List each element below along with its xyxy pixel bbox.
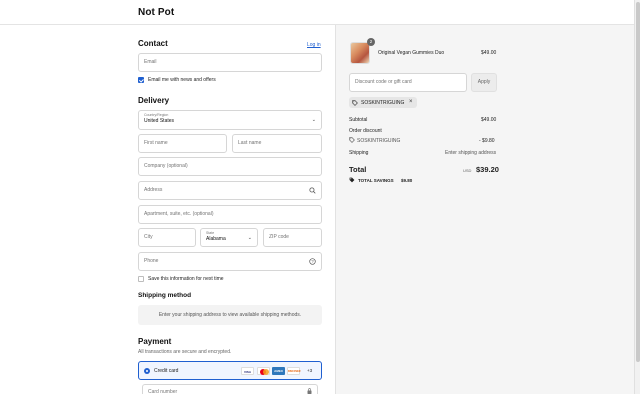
top-header: Not Pot bbox=[0, 0, 634, 25]
email-field[interactable]: Email bbox=[138, 53, 322, 72]
product-price: $49.00 bbox=[481, 50, 497, 56]
address-placeholder: Address bbox=[144, 187, 163, 193]
contact-heading: Contact bbox=[138, 39, 168, 48]
currency-label: USD bbox=[463, 168, 472, 173]
credit-card-label: Credit card bbox=[154, 368, 179, 374]
last-name-field[interactable]: Last name bbox=[232, 134, 322, 153]
news-label: Email me with news and offers bbox=[148, 77, 216, 83]
country-label: Country/Region bbox=[144, 113, 169, 117]
total-savings-label: TOTAL SAVINGS bbox=[358, 178, 394, 183]
chevron-down-icon: ⌄ bbox=[311, 117, 316, 123]
savings-tag-icon bbox=[349, 177, 355, 183]
order-discount-label: Order discount bbox=[349, 128, 382, 134]
apply-button[interactable]: Apply bbox=[471, 73, 497, 92]
amex-icon: AMEX bbox=[272, 367, 285, 375]
scrollbar-thumb[interactable] bbox=[636, 2, 640, 362]
address-field[interactable]: Address bbox=[138, 181, 322, 200]
close-icon[interactable]: × bbox=[409, 99, 413, 105]
payment-heading: Payment bbox=[138, 337, 172, 346]
subtotal-value: $49.00 bbox=[481, 117, 497, 123]
company-field[interactable]: Company (optional) bbox=[138, 157, 322, 176]
tag-icon bbox=[349, 137, 355, 143]
save-info-checkbox[interactable] bbox=[138, 276, 144, 282]
shipping-label: Shipping bbox=[349, 150, 369, 156]
lock-icon bbox=[307, 388, 312, 394]
card-number-field[interactable]: Card number bbox=[142, 384, 318, 395]
phone-field[interactable]: Phone ? bbox=[138, 252, 322, 271]
more-cards-label: +3 bbox=[307, 368, 313, 373]
mastercard-icon bbox=[257, 367, 270, 375]
discount-code-tag: SOSKINTRIGUING × bbox=[349, 97, 417, 108]
search-icon bbox=[309, 187, 316, 194]
card-number-placeholder: Card number bbox=[148, 389, 178, 395]
apartment-field[interactable]: Apartment, suite, etc. (optional) bbox=[138, 205, 322, 224]
country-value: United States bbox=[144, 118, 175, 124]
credit-card-option[interactable]: Credit card VISA AMEX DISCOVER +3 bbox=[138, 361, 322, 380]
city-field[interactable]: City bbox=[138, 228, 196, 247]
shipping-heading: Shipping method bbox=[138, 292, 192, 299]
first-name-field[interactable]: First name bbox=[138, 134, 227, 153]
discover-icon: DISCOVER bbox=[287, 367, 301, 375]
discount-code-tag-label: SOSKINTRIGUING bbox=[361, 100, 405, 106]
shipping-message: Enter your shipping address to view avai… bbox=[138, 305, 322, 325]
phone-placeholder: Phone bbox=[144, 258, 159, 264]
subtotal-label: Subtotal bbox=[349, 117, 368, 123]
state-select[interactable]: State Alabama ⌄ bbox=[200, 228, 258, 247]
chevron-down-icon: ⌄ bbox=[247, 235, 252, 241]
news-checkbox[interactable] bbox=[138, 77, 144, 83]
save-info-label: Save this information for next time bbox=[148, 276, 224, 282]
country-select[interactable]: Country/Region United States ⌄ bbox=[138, 110, 322, 130]
zip-field[interactable]: ZIP code bbox=[263, 228, 322, 247]
vertical-scrollbar[interactable] bbox=[634, 0, 640, 394]
help-icon[interactable]: ? bbox=[309, 258, 316, 265]
discount-input[interactable]: Discount code or gift card bbox=[349, 73, 467, 92]
visa-icon: VISA bbox=[241, 367, 254, 375]
order-discount-code: SOSKINTRIGUING bbox=[357, 138, 401, 144]
payment-subtitle: All transactions are secure and encrypte… bbox=[138, 349, 232, 355]
total-savings-value: $9.80 bbox=[401, 178, 413, 183]
order-discount-value: - $9.80 bbox=[479, 138, 495, 144]
delivery-heading: Delivery bbox=[138, 96, 170, 105]
credit-card-radio[interactable] bbox=[144, 368, 150, 374]
product-image bbox=[350, 42, 370, 64]
total-label: Total bbox=[349, 165, 367, 174]
product-name: Original Vegan Gummies Duo bbox=[378, 50, 445, 56]
tag-icon bbox=[352, 99, 358, 106]
total-value: $39.20 bbox=[476, 165, 499, 174]
login-link[interactable]: Log in bbox=[307, 42, 321, 48]
brand-logo[interactable]: Not Pot bbox=[138, 7, 174, 18]
shipping-value: Enter shipping address bbox=[445, 150, 497, 156]
quantity-badge: 2 bbox=[367, 38, 375, 46]
svg-text:?: ? bbox=[311, 259, 314, 264]
